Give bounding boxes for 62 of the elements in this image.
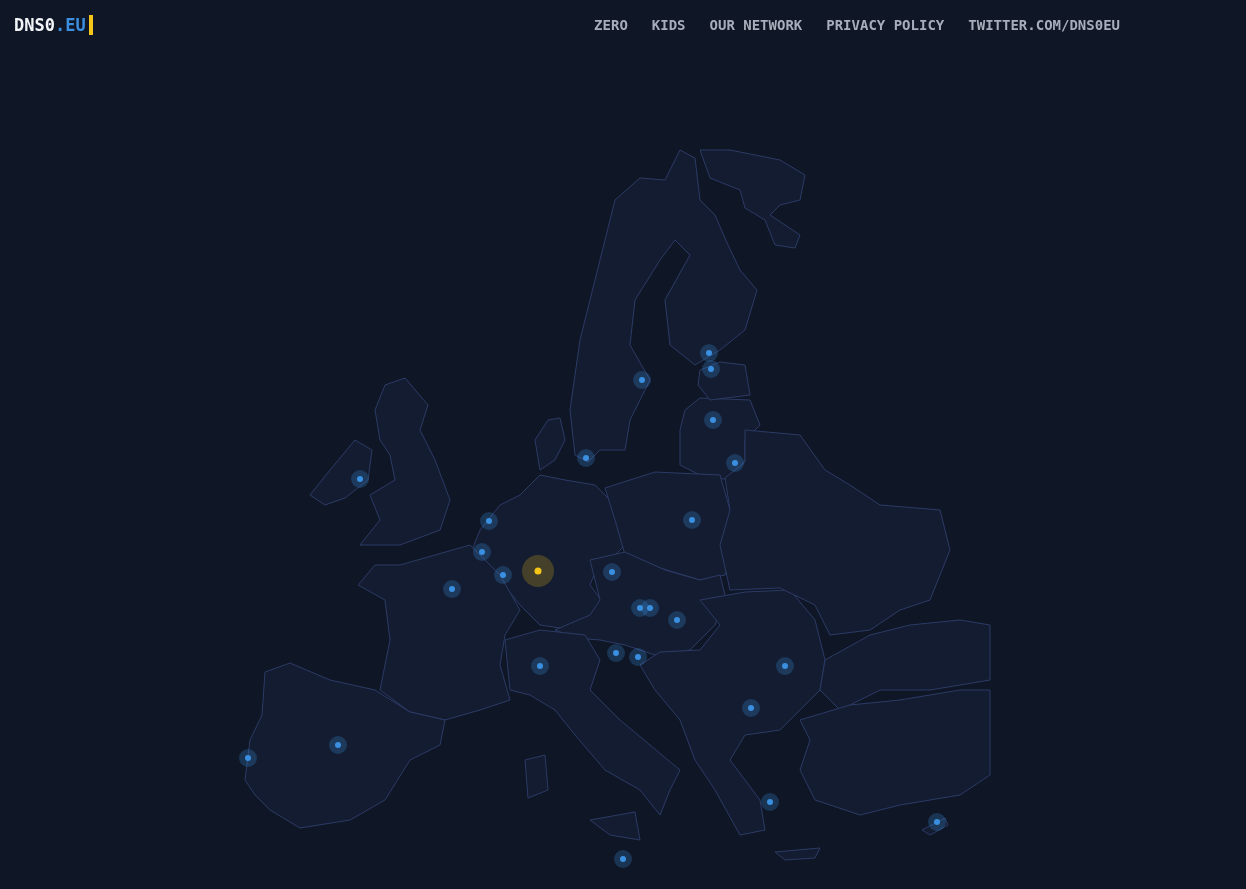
location-pin[interactable]	[479, 549, 485, 555]
pin-halo	[776, 657, 794, 675]
location-pin[interactable]	[782, 663, 788, 669]
logo[interactable]: DNS0.EU	[14, 15, 86, 35]
land-shape	[774, 847, 821, 861]
pin-halo	[531, 657, 549, 675]
pin-halo	[633, 371, 651, 389]
location-pin[interactable]	[674, 617, 680, 623]
pin-halo	[668, 611, 686, 629]
pin-halo	[761, 793, 779, 811]
location-pin[interactable]	[689, 517, 695, 523]
nav-link[interactable]: ZERO	[594, 17, 628, 33]
pin-halo	[329, 736, 347, 754]
pin-halo	[473, 543, 491, 561]
pin-halo	[351, 470, 369, 488]
pin-halo	[522, 555, 554, 587]
pin-halo	[239, 749, 257, 767]
location-pin[interactable]	[500, 572, 506, 578]
pin-halo	[494, 566, 512, 584]
location-pin[interactable]	[534, 567, 542, 575]
pin-halo	[700, 344, 718, 362]
location-pin[interactable]	[706, 350, 712, 356]
pin-halo	[614, 850, 632, 868]
pin-halo	[742, 699, 760, 717]
nav-link[interactable]: KIDS	[651, 17, 686, 33]
location-pin[interactable]	[708, 366, 714, 372]
location-pin[interactable]	[486, 518, 492, 524]
pin-halo	[629, 648, 647, 666]
pin-halo	[577, 449, 595, 467]
location-pin[interactable]	[583, 455, 589, 461]
location-pin[interactable]	[449, 586, 455, 592]
pin-halo	[443, 580, 461, 598]
nav-link[interactable]: PRIVACY POLICY	[826, 17, 945, 33]
location-pin[interactable]	[732, 460, 738, 466]
pin-halo	[641, 599, 659, 617]
location-pin[interactable]	[245, 755, 251, 761]
cursor-icon	[88, 15, 93, 35]
location-pin[interactable]	[635, 654, 641, 660]
location-pin[interactable]	[647, 605, 653, 611]
pin-halo	[683, 511, 701, 529]
location-pin[interactable]	[748, 705, 754, 711]
location-pin[interactable]	[934, 819, 940, 825]
pin-halo	[607, 644, 625, 662]
nav-link[interactable]: TWITTER.COM/DNS0EU	[968, 17, 1120, 33]
location-pin[interactable]	[537, 663, 543, 669]
pin-halo	[704, 411, 722, 429]
location-pin[interactable]	[609, 569, 615, 575]
nav-link[interactable]: OUR NETWORK	[709, 17, 803, 33]
pin-halo	[928, 813, 946, 831]
location-pin[interactable]	[613, 650, 619, 656]
location-pin[interactable]	[767, 799, 773, 805]
pin-halo	[726, 454, 744, 472]
location-pin[interactable]	[620, 856, 626, 862]
pin-halo	[702, 360, 720, 378]
location-pin[interactable]	[710, 417, 716, 423]
pin-halo	[480, 512, 498, 530]
pin-halo	[603, 563, 621, 581]
location-pin[interactable]	[639, 377, 645, 383]
location-pin[interactable]	[637, 605, 643, 611]
land-shape	[534, 417, 566, 471]
location-pin[interactable]	[357, 476, 363, 482]
location-pin[interactable]	[335, 742, 341, 748]
